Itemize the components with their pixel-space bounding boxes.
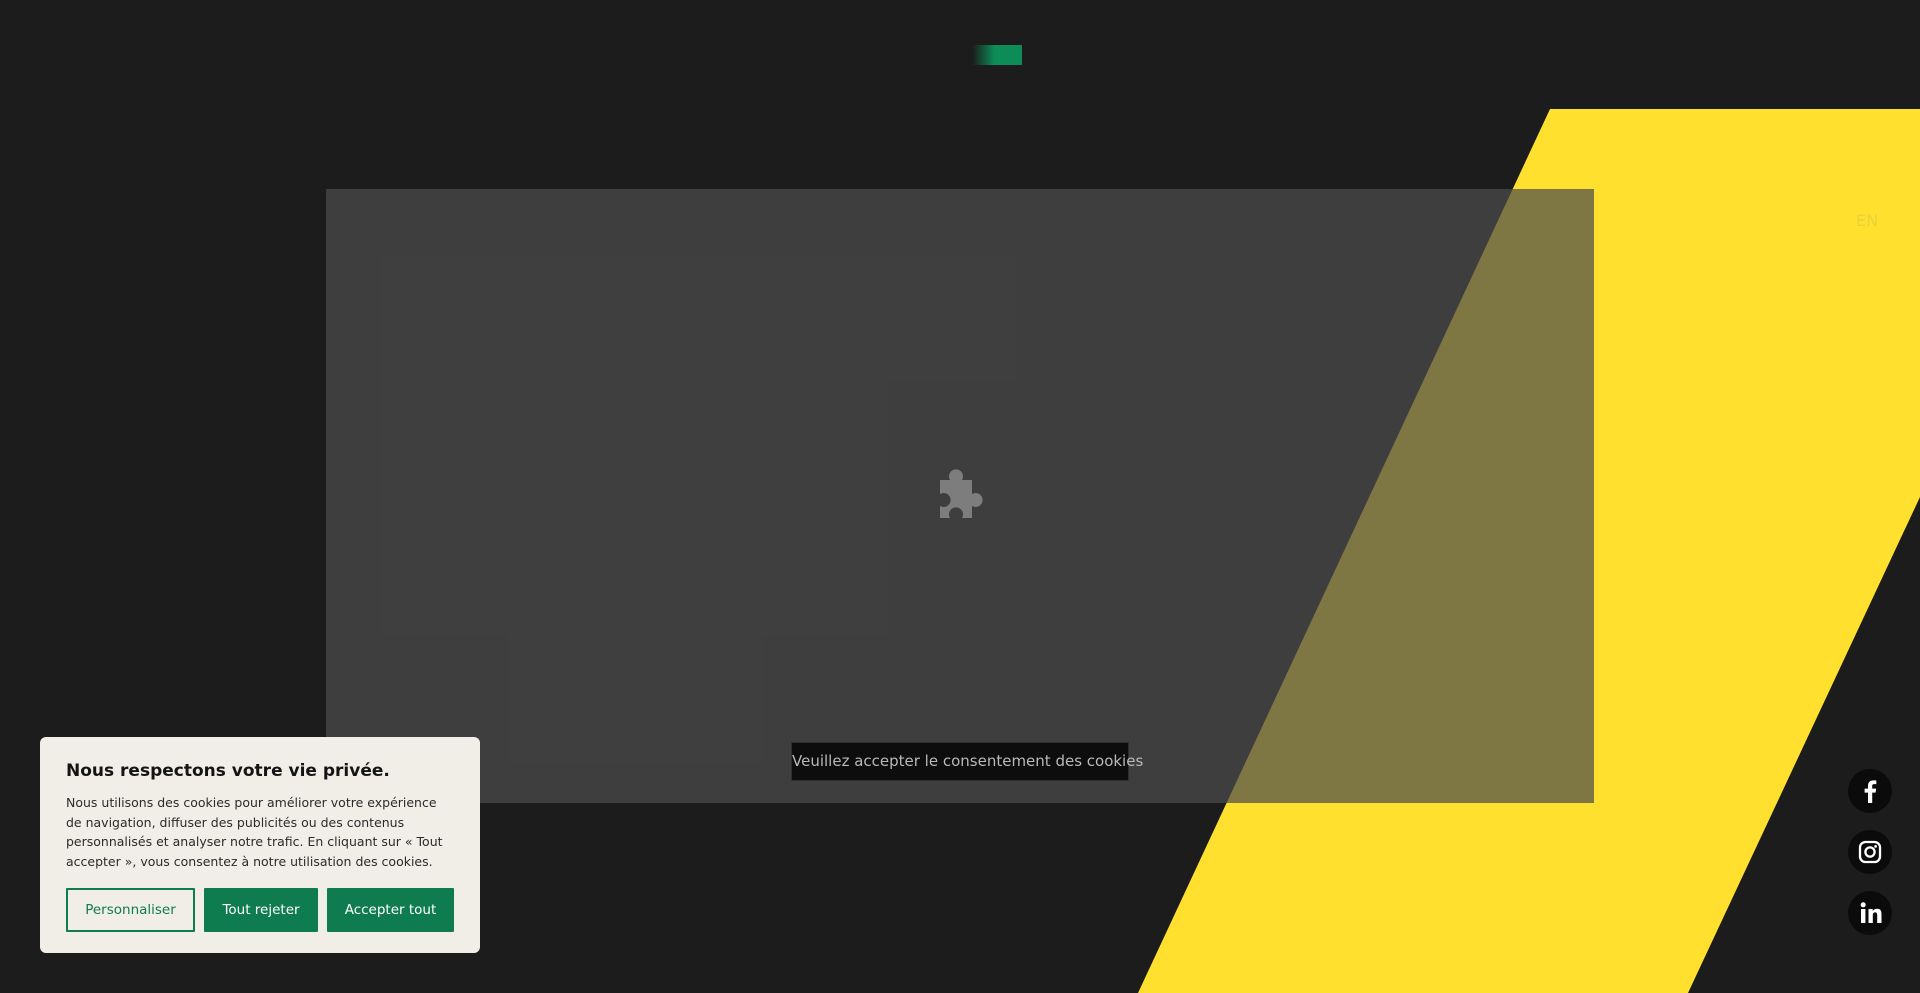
language-switch-link[interactable]: EN [1856, 211, 1880, 230]
facebook-icon [1864, 780, 1877, 803]
cookie-consent-banner: Nous respectons votre vie privée. Nous u… [40, 737, 480, 953]
reject-all-button[interactable]: Tout rejeter [204, 888, 318, 932]
linkedin-icon [1860, 902, 1882, 923]
brand-logo-bar[interactable] [972, 45, 1022, 65]
accept-all-button[interactable]: Accepter tout [327, 888, 454, 932]
cookie-banner-title: Nous respectons votre vie privée. [66, 761, 390, 781]
cookie-consent-notice: Veuillez accepter le consentement des co… [791, 742, 1143, 781]
instagram-icon [1858, 840, 1882, 864]
puzzle-piece-icon [940, 469, 983, 518]
customize-button[interactable]: Personnaliser [66, 888, 195, 932]
linkedin-link[interactable] [1848, 891, 1892, 935]
cookie-banner-text: Nous utilisons des cookies pour améliore… [66, 795, 443, 869]
cookie-banner-actions: Personnaliser Tout rejeter Accepter tout [66, 888, 454, 932]
instagram-link[interactable] [1848, 830, 1892, 874]
facebook-link[interactable] [1848, 769, 1892, 813]
